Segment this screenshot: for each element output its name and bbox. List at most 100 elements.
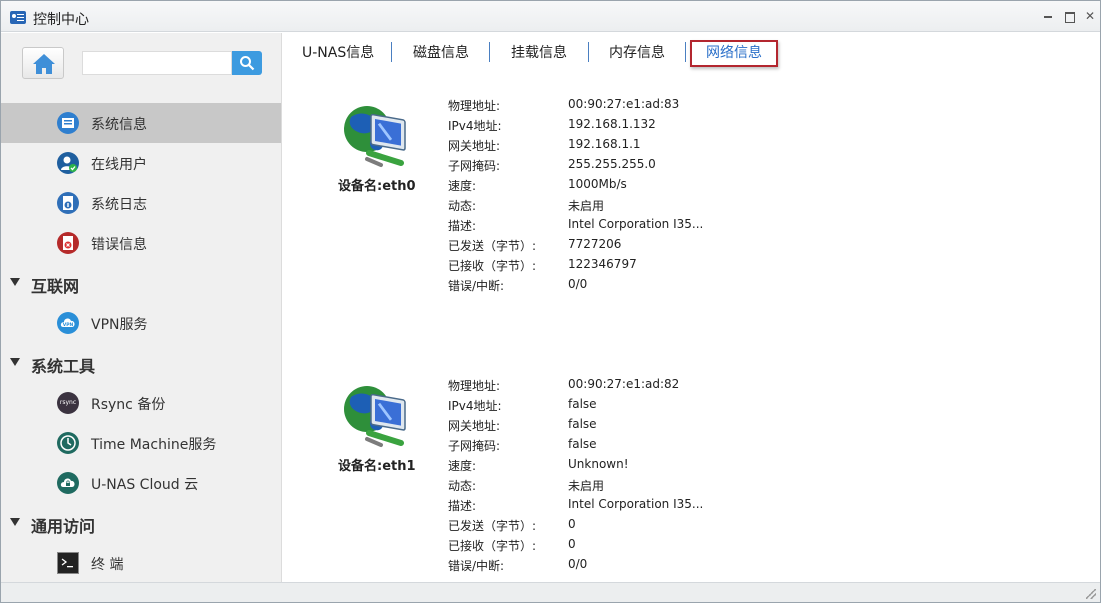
info-value: Unknown!: [568, 457, 629, 471]
sidebar-item-system-log[interactable]: 系统日志: [1, 183, 281, 223]
terminal-icon: [57, 552, 79, 574]
rsync-icon: rsync: [57, 392, 79, 414]
info-key: 错误/中断:: [448, 279, 505, 293]
info-value: 1000Mb/s: [568, 177, 627, 191]
tab-separator: [588, 42, 589, 62]
info-key: 物理地址:: [448, 379, 501, 393]
status-bar: [1, 582, 1100, 602]
collapse-triangle-icon: [10, 518, 20, 526]
info-key: 网关地址:: [448, 419, 501, 433]
main-content: U-NAS信息 磁盘信息 挂载信息 内存信息 网络信息 设备名:eth0 物理地…: [283, 33, 1100, 582]
info-row-ipv4: IPv4地址: false: [448, 397, 848, 417]
group-label: 通用访问: [31, 517, 96, 536]
info-value: 0/0: [568, 277, 588, 291]
info-value: 122346797: [568, 257, 637, 271]
info-key: 描述:: [448, 219, 477, 233]
sidebar-item-time-machine[interactable]: Time Machine服务: [1, 423, 281, 463]
collapse-triangle-icon: [10, 278, 20, 286]
info-row-sent-bytes: 已发送（字节）: 0: [448, 517, 848, 537]
tab-disk-info[interactable]: 磁盘信息: [413, 42, 469, 64]
info-value: 0: [568, 537, 576, 551]
info-key: 错误/中断:: [448, 559, 505, 573]
info-key: 子网掩码:: [448, 159, 501, 173]
info-value: 00:90:27:e1:ad:82: [568, 377, 680, 391]
info-key: IPv4地址:: [448, 399, 502, 413]
tab-bar: U-NAS信息 磁盘信息 挂载信息 内存信息 网络信息: [283, 33, 1100, 73]
sidebar-item-label: VPN服务: [91, 317, 148, 333]
info-row-gateway: 网关地址: 192.168.1.1: [448, 137, 848, 157]
tab-network-info[interactable]: 网络信息: [690, 40, 778, 67]
network-device-card: 设备名:eth0 物理地址: 00:90:27:e1:ad:83 IPv4地址:…: [283, 97, 1100, 297]
search-button[interactable]: [232, 51, 262, 75]
system-info-icon: [57, 112, 79, 134]
info-row-errors: 错误/中断: 0/0: [448, 277, 848, 297]
resize-grip-icon[interactable]: [1086, 589, 1096, 599]
cloud-icon: [57, 472, 79, 494]
network-device-card: 设备名:eth1 物理地址: 00:90:27:e1:ad:82 IPv4地址:…: [283, 377, 1100, 577]
info-key: 物理地址:: [448, 99, 501, 113]
group-label: 系统工具: [31, 357, 96, 376]
info-row-dynamic: 动态: 未启用: [448, 477, 848, 497]
tab-separator: [685, 42, 686, 62]
sidebar-item-label: U-NAS Cloud 云: [91, 477, 199, 493]
info-row-dynamic: 动态: 未启用: [448, 197, 848, 217]
info-value: false: [568, 417, 597, 431]
sidebar-item-vpn[interactable]: VPN VPN服务: [1, 303, 281, 343]
info-key: IPv4地址:: [448, 119, 502, 133]
sidebar-item-cloud[interactable]: U-NAS Cloud 云: [1, 463, 281, 503]
info-key: 已接收（字节）:: [448, 259, 537, 273]
info-key: 子网掩码:: [448, 439, 501, 453]
sidebar-item-online-users[interactable]: 在线用户: [1, 143, 281, 183]
device-name: 设备名:eth0: [338, 179, 416, 194]
tab-separator: [391, 42, 392, 62]
info-value: 00:90:27:e1:ad:83: [568, 97, 680, 111]
group-header-common-access[interactable]: 通用访问: [1, 503, 281, 543]
sidebar-item-system-info[interactable]: 系统信息: [1, 103, 281, 143]
info-value: Intel Corporation I35...: [568, 497, 704, 511]
home-icon: [33, 54, 55, 74]
collapse-triangle-icon: [10, 358, 20, 366]
info-key: 动态:: [448, 479, 477, 493]
device-name: 设备名:eth1: [338, 459, 416, 474]
info-key: 已发送（字节）:: [448, 519, 537, 533]
sidebar-item-terminal[interactable]: 终 端: [1, 543, 281, 583]
minimize-button[interactable]: [1041, 9, 1055, 23]
tab-unas-info[interactable]: U-NAS信息: [302, 42, 374, 64]
group-header-system-tools[interactable]: 系统工具: [1, 343, 281, 383]
sidebar-item-error-info[interactable]: 错误信息: [1, 223, 281, 263]
info-value: 0/0: [568, 557, 588, 571]
info-key: 已发送（字节）:: [448, 239, 537, 253]
info-value: false: [568, 397, 597, 411]
search-input[interactable]: [82, 51, 232, 75]
group-header-internet[interactable]: 互联网: [1, 263, 281, 303]
sidebar-item-label: 错误信息: [91, 237, 147, 253]
title-bar: 控制中心 ✕: [1, 1, 1100, 32]
window-title: 控制中心: [33, 12, 89, 28]
online-users-icon: [57, 152, 79, 174]
system-log-icon: [57, 192, 79, 214]
info-row-netmask: 子网掩码: false: [448, 437, 848, 457]
sidebar: 系统信息 在线用户 系统日志 错误信息 互联网 VPN VPN服务 系统工具 r…: [1, 33, 282, 582]
info-key: 速度:: [448, 459, 477, 473]
home-button[interactable]: [22, 47, 64, 79]
info-row-sent-bytes: 已发送（字节）: 7727206: [448, 237, 848, 257]
info-value: 未启用: [568, 199, 605, 213]
info-key: 动态:: [448, 199, 477, 213]
tab-memory-info[interactable]: 内存信息: [609, 42, 665, 64]
tab-mount-info[interactable]: 挂载信息: [511, 42, 567, 64]
info-value: 未启用: [568, 479, 605, 493]
sidebar-item-label: Time Machine服务: [91, 437, 217, 453]
info-key: 网关地址:: [448, 139, 501, 153]
info-row-mac: 物理地址: 00:90:27:e1:ad:83: [448, 97, 848, 117]
info-row-description: 描述: Intel Corporation I35...: [448, 497, 848, 517]
maximize-button[interactable]: [1062, 9, 1076, 23]
info-row-speed: 速度: Unknown!: [448, 457, 848, 477]
close-button[interactable]: ✕: [1083, 9, 1097, 23]
info-row-netmask: 子网掩码: 255.255.255.0: [448, 157, 848, 177]
sidebar-item-rsync[interactable]: rsync Rsync 备份: [1, 383, 281, 423]
svg-text:VPN: VPN: [63, 322, 74, 328]
info-row-description: 描述: Intel Corporation I35...: [448, 217, 848, 237]
search-icon: [240, 56, 255, 71]
info-value: 7727206: [568, 237, 622, 251]
info-row-speed: 速度: 1000Mb/s: [448, 177, 848, 197]
